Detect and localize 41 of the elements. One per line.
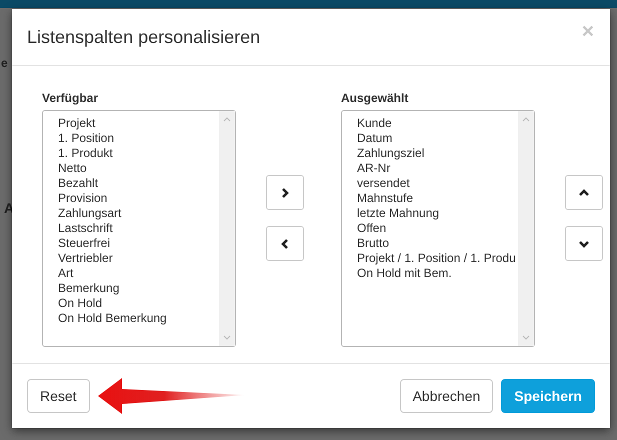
list-option[interactable]: Provision [58,191,219,206]
list-option[interactable]: Zahlungsziel [357,146,518,161]
move-right-button[interactable] [266,175,304,210]
chevron-icon [579,188,589,198]
list-option[interactable]: On Hold [58,296,219,311]
list-option[interactable]: On Hold mit Bem. [357,266,518,281]
list-box[interactable]: Projekt 1. Position 1. Produkt Netto Bezahlt Provision Zahlungsart Lastschrift Steuerfrei Vertriebler Art Bemerkung On Hold On Hold Bemerkung [42,110,236,347]
list-option[interactable]: AR-Nr [357,161,518,176]
list-label: Verfügbar [42,90,100,107]
list-label: Ausgewählt [341,90,410,107]
list-box[interactable]: Kunde Datum Zahlungsziel AR-Nr versendet Mahnstufe letzte Mahnung Offen Brutto Projekt / 1. Position / 1. Produ On Hold mit Bem. [341,110,535,347]
list-option[interactable]: versendet [357,176,518,191]
list-option[interactable]: Netto [58,161,219,176]
list-option[interactable]: Art [58,266,219,281]
list-option[interactable]: Kunde [357,116,518,131]
list-option[interactable]: Bezahlt [58,176,219,191]
list-option[interactable]: Projekt [58,116,219,131]
list-option[interactable]: Zahlungsart [58,206,219,221]
list-option[interactable]: On Hold Bemerkung [58,311,219,326]
list-option[interactable]: Projekt / 1. Position / 1. Produ [357,251,518,266]
list-option[interactable]: 1. Position [58,131,219,146]
move-down-button[interactable] [565,226,603,261]
move-left-button[interactable] [266,226,304,261]
chevron-icon [579,238,589,248]
chevron-icon [280,188,290,198]
list-option[interactable]: Mahnstufe [357,191,518,206]
list-option[interactable]: 1. Produkt [58,146,219,161]
reset-button[interactable]: Reset [27,379,90,413]
list-option[interactable]: Vertriebler [58,251,219,266]
dialog-title: Listenspalten personalisieren [27,26,260,49]
list-option[interactable]: letzte Mahnung [357,206,518,221]
backdrop-text: e [1,55,9,72]
move-up-button[interactable] [565,175,603,210]
chevron-icon [280,238,290,248]
list-option[interactable]: Bemerkung [58,281,219,296]
cancel-button[interactable]: Abbrechen [400,379,494,413]
list-option[interactable]: Brutto [357,236,518,251]
list-option[interactable]: Lastschrift [58,221,219,236]
list-option[interactable]: Steuerfrei [58,236,219,251]
list-option[interactable]: Offen [357,221,518,236]
list-option[interactable]: Datum [357,131,518,146]
